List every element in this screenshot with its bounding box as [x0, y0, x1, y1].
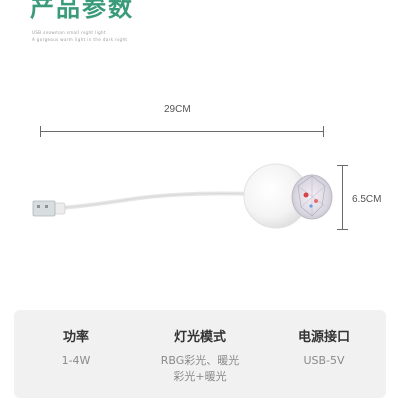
spec-panel: 功率 1-4W 灯光模式 RBG彩光、暖光 彩光+暖光 电源接口 USB-5V [14, 310, 386, 398]
spec-value-line: 彩光+暖光 [173, 370, 227, 383]
spec-value: USB-5V [303, 354, 345, 367]
spec-value: 1-4W [61, 354, 91, 367]
usb-night-light-image [32, 163, 333, 229]
crystal-dome [291, 174, 333, 220]
spec-light-mode: 灯光模式 RBG彩光、暖光 彩光+暖光 [138, 310, 262, 385]
spec-value: RBG彩光、暖光 彩光+暖光 [138, 353, 262, 385]
spec-power-port: 电源接口 USB-5V [262, 310, 386, 369]
spec-heading: 电源接口 [297, 330, 350, 345]
usb-plug-icon [32, 200, 66, 217]
spec-heading: 功率 [62, 330, 89, 345]
spec-heading: 灯光模式 [173, 330, 226, 345]
spec-power: 功率 1-4W [14, 310, 138, 369]
spec-value-line: RBG彩光、暖光 [160, 354, 240, 367]
